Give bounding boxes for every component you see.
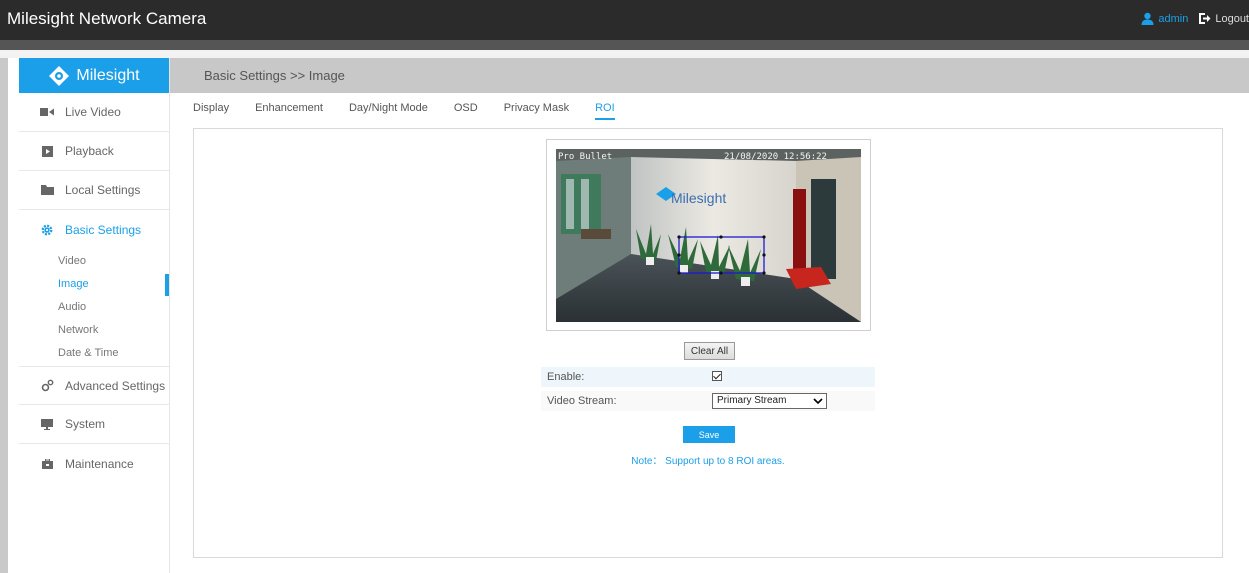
folder-icon	[40, 185, 54, 195]
logout-label: Logout	[1215, 12, 1249, 25]
logout-icon	[1199, 13, 1211, 24]
brand-name: Milesight	[76, 66, 140, 84]
sidebar-label: System	[65, 417, 106, 431]
page-header: Basic Settings >> Image	[170, 58, 1249, 93]
gears-icon	[40, 379, 54, 392]
tab-bar: Display Enhancement Day/Night Mode OSD P…	[193, 102, 641, 120]
active-subitem-marker	[165, 274, 169, 296]
tab-display[interactable]: Display	[193, 102, 229, 120]
playback-icon	[40, 145, 54, 157]
video-stream-select[interactable]: Primary Stream	[712, 393, 827, 409]
sidebar-item-playback[interactable]: Playback	[19, 132, 169, 171]
logout-button[interactable]: Logout	[1198, 12, 1249, 25]
subnav-item-video[interactable]: Video	[58, 255, 86, 267]
sidebar-label: Local Settings	[65, 183, 141, 197]
subnav-item-network[interactable]: Network	[58, 324, 98, 336]
subnav-item-date-time[interactable]: Date & Time	[58, 347, 119, 359]
enable-label: Enable:	[547, 371, 585, 383]
chevron-down-icon	[813, 398, 823, 405]
sidebar-item-system[interactable]: System	[19, 405, 169, 444]
sidebar-item-basic-settings[interactable]: Basic Settings	[19, 210, 169, 249]
video-stream-row: Video Stream: Primary Stream	[541, 391, 875, 411]
breadcrumb: Basic Settings >> Image	[204, 68, 345, 83]
tab-privacy-mask[interactable]: Privacy Mask	[504, 102, 569, 120]
sidebar-label: Playback	[65, 144, 114, 158]
left-edge	[0, 58, 8, 573]
sidebar-item-advanced-settings[interactable]: Advanced Settings	[19, 366, 169, 405]
user-area: admin Logout	[1141, 12, 1249, 25]
video-camera-icon	[40, 107, 54, 117]
app-title: Milesight Network Camera	[7, 9, 207, 28]
sidebar-label: Maintenance	[65, 456, 134, 471]
tab-roi[interactable]: ROI	[595, 102, 615, 120]
camera-scene: Milesight Pro Bullet 21/08/2020 12:56:22	[556, 149, 861, 322]
subnav-item-audio[interactable]: Audio	[58, 301, 86, 313]
save-button[interactable]: Save	[683, 426, 735, 443]
sidebar-label: Advanced Settings	[65, 378, 166, 393]
roi-note: Note： Support up to 8 ROI areas.	[631, 456, 785, 467]
user-icon	[1141, 12, 1154, 25]
toolbox-icon	[40, 458, 54, 469]
enable-checkbox[interactable]	[712, 371, 722, 381]
monitor-icon	[40, 418, 54, 430]
gear-icon	[40, 224, 54, 236]
sidebar-item-live-video[interactable]: Live Video	[19, 93, 169, 132]
osd-camera-name: Pro Bullet	[558, 152, 612, 162]
sidebar-label: Basic Settings	[65, 222, 142, 237]
clear-all-button[interactable]: Clear All	[684, 342, 735, 360]
milesight-logo-icon	[49, 65, 70, 86]
camera-preview[interactable]: Milesight Pro Bullet 21/08/2020 12:56:22	[556, 149, 861, 322]
tab-day-night-mode[interactable]: Day/Night Mode	[349, 102, 428, 120]
divider-bar	[0, 40, 1249, 50]
username: admin	[1158, 12, 1189, 25]
sidebar-label: Live Video	[65, 105, 121, 119]
tab-enhancement[interactable]: Enhancement	[255, 102, 323, 120]
brand-logo: Milesight	[19, 58, 169, 93]
wall-logo-text: Milesight	[671, 190, 726, 206]
osd-timestamp: 21/08/2020 12:56:22	[724, 152, 827, 162]
subnav-item-image[interactable]: Image	[58, 278, 89, 290]
tab-osd[interactable]: OSD	[454, 102, 478, 120]
spacer-bar	[0, 50, 1249, 58]
video-stream-value: Primary Stream	[717, 395, 787, 406]
sidebar-item-local-settings[interactable]: Local Settings	[19, 171, 169, 210]
enable-row: Enable:	[541, 367, 875, 387]
top-bar: Milesight Network Camera admin Logout	[0, 0, 1249, 40]
sidebar-item-maintenance[interactable]: Maintenance	[19, 444, 169, 483]
video-stream-label: Video Stream:	[547, 395, 617, 407]
user-link[interactable]: admin	[1141, 12, 1188, 25]
